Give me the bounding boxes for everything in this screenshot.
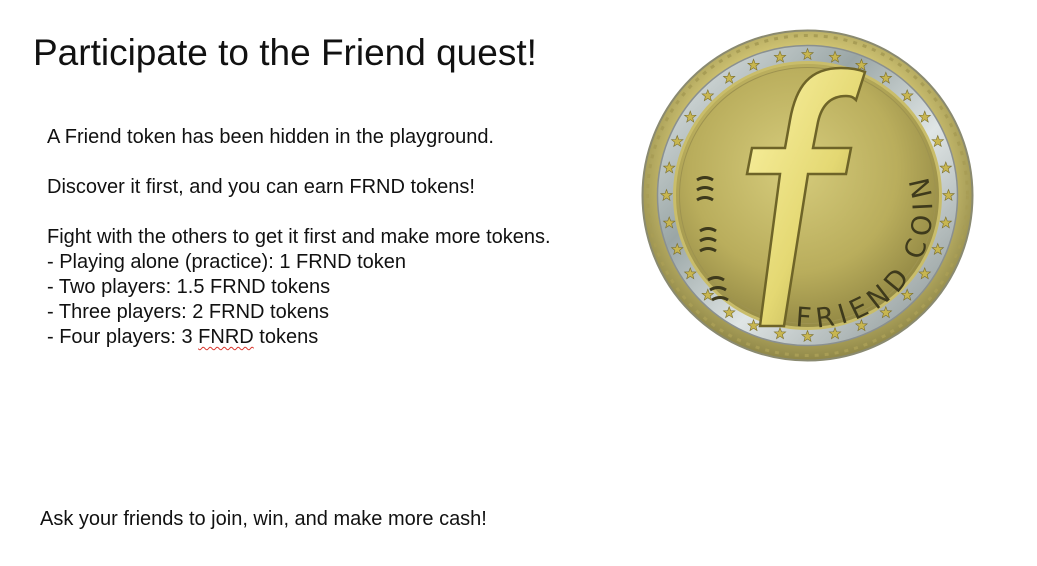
reward-three-players: - Three players: 2 FRND tokens xyxy=(47,301,329,323)
fight-text: Fight with the others to get it first an… xyxy=(47,226,551,248)
intro-text: A Friend token has been hidden in the pl… xyxy=(47,126,494,148)
reward-two-players: - Two players: 1.5 FRND tokens xyxy=(47,276,331,298)
reward-four-prefix: - Four players: 3 xyxy=(47,326,199,348)
misspelled-word[interactable]: FNRD xyxy=(198,326,254,348)
reward-four-suffix: tokens xyxy=(253,326,319,348)
footer-text: Ask your friends to join, win, and make … xyxy=(40,508,487,530)
slide-body: A Friend token has been hidden in the pl… xyxy=(47,125,627,350)
reward-four-players: - Four players: 3 FNRD tokens xyxy=(47,325,627,350)
slide-title: Participate to the Friend quest! xyxy=(33,32,537,73)
friend-coin-image: FRIEND COIN xyxy=(641,29,974,362)
discover-text: Discover it first, and you can earn FRND… xyxy=(47,176,475,198)
reward-alone: - Playing alone (practice): 1 FRND token xyxy=(47,251,407,273)
